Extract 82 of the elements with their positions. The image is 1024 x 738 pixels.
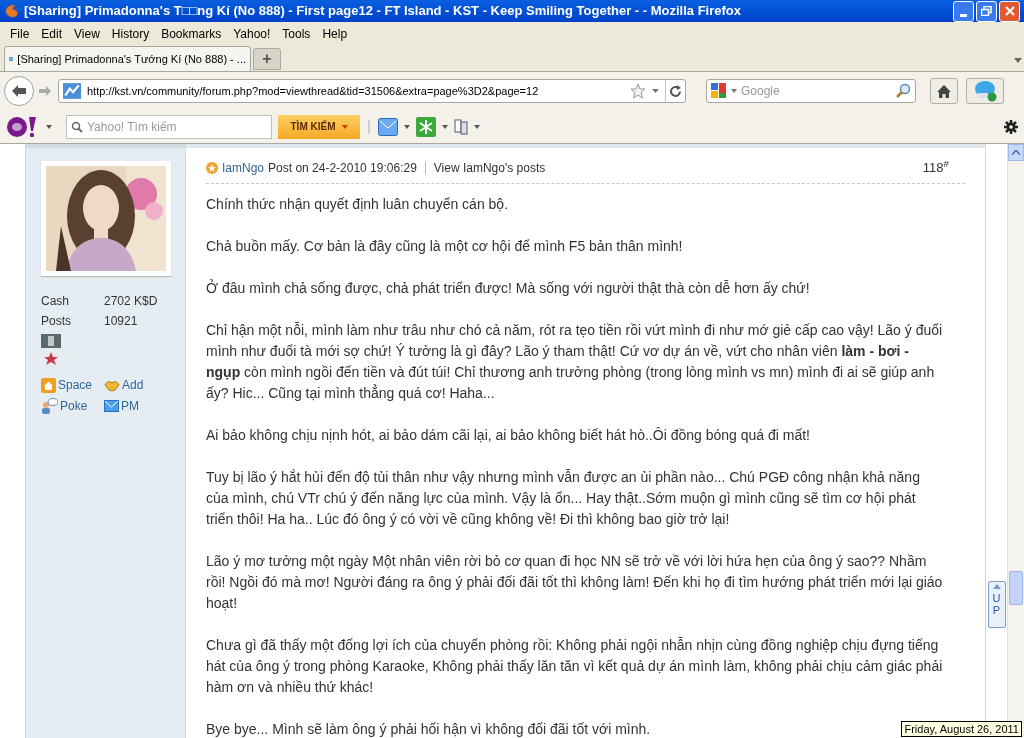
post-paragraph: Ai bảo không chịu nịnh hót, ai bảo dám cãi lại, ai bảo không biết hát hò..Ôi đồng bóng quá đi mất!	[206, 425, 810, 445]
dropdown-icon[interactable]	[652, 89, 659, 93]
post-paragraph: Chính thức nhận quyết định luân chuyển cán bộ.	[206, 194, 509, 214]
post-paragraph: Chưa gì đã thấy một đống lợi ích của chuyển phòng rồi: Không phải ngội nhẫn nhịn cùng đồng nghiệp chịu đựng tiếng hát của ông ý trong phòng Karaoke, Không phải thấy lăn tăn vì kết quả dự án mình làm, không phải chịu cảm giác phải hàm ơn và nhiều thứ khác!	[206, 635, 944, 697]
profile-link[interactable]: Space	[41, 376, 104, 394]
scroll-up-button[interactable]	[1008, 144, 1024, 161]
minimize-icon	[960, 13, 967, 17]
asterisk-icon[interactable]	[416, 116, 436, 137]
site-icon	[63, 83, 81, 99]
stat-label: Cash	[41, 293, 70, 310]
yahoo-search-field[interactable]: Yahoo! Tìm kiếm	[66, 114, 272, 139]
dropdown-icon	[341, 124, 348, 129]
yahoo-search-input[interactable]: Yahoo! Tìm kiếm	[87, 117, 267, 136]
reload-icon[interactable]	[669, 84, 682, 98]
menu-item[interactable]: Edit	[35, 25, 69, 43]
menu-item[interactable]: File	[4, 25, 36, 43]
stat-value: 2702 K$D	[104, 293, 158, 310]
envelope-icon	[104, 400, 119, 412]
close-icon	[1004, 6, 1015, 16]
book-icon[interactable]	[454, 118, 468, 135]
stat-value: 10921	[104, 313, 138, 330]
view-posts-link[interactable]: View IamNgo's posts	[433, 158, 546, 177]
menu-item[interactable]: Bookmarks	[155, 25, 228, 43]
menu-item[interactable]: Yahoo!	[227, 25, 277, 43]
menu-item[interactable]: View	[68, 25, 106, 43]
post-paragraph: Tuy bị lão ý hắt hủi đến độ tủi thân như vậy nhưng mình vẫn được an ủi phần nào... Chú PGĐ công nhận khả năng của mình, chú VTr chú ý đến năng lực của mình. Vậy là ổn... Hay thật..Sớm muộn gì mình cũng sẽ tìm cơ hội phát triển thôi! Ha ha.. Lúc đó ông ý có vời về cũng không về! Đi thì không bao giờ trở lại!	[206, 467, 921, 529]
restore-button[interactable]	[976, 0, 997, 22]
minimize-button[interactable]	[953, 0, 974, 22]
mail-icon[interactable]	[378, 117, 398, 136]
home-button[interactable]	[930, 78, 958, 104]
post-paragraph: Ở đâu mình chả sống được, chả phát triển được! Mà sống với người thật thà còn dễ hơn ấy chứ!	[206, 278, 810, 298]
star-badge-icon	[206, 161, 218, 174]
search-icon	[71, 120, 83, 133]
address-text: http://kst.vn/community/forum.php?mod=viewthread&tid=31506&extra=page%3D2&page=12	[87, 83, 540, 99]
profile-link[interactable]: Add	[104, 376, 185, 394]
skype-button[interactable]	[966, 78, 1004, 104]
dropdown-icon[interactable]	[46, 124, 52, 129]
window-title: [Sharing] Primadonna's T□□ng Kí (No 888) - First page12 - FT Island - KST - Keep Smiling Together - - Mozilla Firefox	[24, 2, 741, 21]
post-paragraph: Lão ý mơ tưởng một ngày Một nhân viên rời bỏ cơ quan đi học NN sẽ trở về với lời hứa hẹn của ông ý sao?? Nhầm rồi! Ngồi đó mà mơ! Người đáng ra ông ý phải đối đãi tốt thì không làm! Đến khi họ đi tìm hướng phát triển mới lại giáo hoạt!	[206, 551, 944, 613]
dropdown-icon	[1014, 58, 1022, 63]
author-link[interactable]: IamNgo	[222, 158, 265, 177]
firefox-icon	[4, 3, 20, 19]
yahoo-search-button[interactable]: TÌM KIẾM	[278, 114, 360, 139]
house-icon	[41, 377, 56, 393]
menu-item[interactable]: Tools	[276, 25, 317, 43]
home-icon	[937, 84, 951, 98]
new-tab-button[interactable]: +	[253, 48, 281, 70]
post-paragraph: Chả buồn mấy. Cơ bản là đây cũng là một cơ hội để mình F5 bản thân mình!	[206, 236, 683, 256]
dropdown-icon	[731, 89, 737, 93]
clock-tooltip: Friday, August 26, 2011	[901, 721, 1022, 737]
menu-item[interactable]: Help	[316, 25, 354, 43]
google-logo-icon	[711, 83, 727, 99]
toolbar-divider-icon	[366, 119, 372, 134]
browser-tab[interactable]: [Sharing] Primadonna's Tướng Kí (No 888) - ...	[4, 46, 251, 71]
close-button[interactable]	[999, 0, 1020, 22]
dropdown-icon[interactable]	[474, 124, 480, 129]
post-paragraph: Bye bye... Mình sẽ làm ông ý phải hối hận vì không đối đãi tốt với mình.	[206, 719, 651, 738]
person-bubble-icon	[41, 398, 58, 414]
scroll-thumb[interactable]	[1009, 571, 1023, 605]
cloud-phone-icon	[972, 80, 998, 102]
profile-link[interactable]: Poke	[41, 397, 104, 415]
restore-icon	[981, 6, 992, 16]
caret-up-icon	[992, 584, 1001, 589]
search-input[interactable]: Google	[741, 82, 891, 100]
dropdown-icon[interactable]	[404, 124, 410, 129]
back-button[interactable]	[4, 76, 34, 106]
settings-icon[interactable]	[1004, 119, 1018, 134]
post-paragraph: Chỉ hận một nỗi, mình làm như trâu như chó cả năm, rót ra tẹo tiền rồi vứt mình đi như mớ giẻ cấp cao vậy! Lão ý đuổi mình như đuổi tà mới sợ chứ! Ý tưởng là gì đây? Lão ý tham thật! Cứ vơ dự án về, vứt cho nhân viên làm - bơi - ngụp còn mình ngồi đến tiền và đút túi! Chỉ thương anh trưởng phòng (trong lòng mình vs mn) mình đi ai sẽ giúp anh ấy? Hic... Cũng tại mình thẳng quá cơ! Haha...	[206, 320, 944, 403]
stat-label: Posts	[41, 313, 72, 330]
address-field[interactable]: http://kst.vn/community/forum.php?mod=viewthread&tid=31506&extra=page%3D2&page=12	[58, 79, 686, 103]
star-icon[interactable]	[630, 83, 646, 99]
menu-item[interactable]: History	[105, 25, 156, 43]
back-arrow-icon	[11, 84, 27, 98]
up-button[interactable]: UP	[987, 581, 1006, 628]
profile-link[interactable]: PM	[104, 397, 185, 415]
post-number: 118$^{#}$	[922, 158, 949, 177]
search-field[interactable]: Google	[706, 79, 916, 103]
medal-icon	[41, 334, 61, 366]
scroll-up-icon	[1012, 150, 1020, 155]
post-date: Post on 24-2-2010 19:06:29	[268, 159, 417, 177]
dropdown-icon[interactable]	[442, 124, 448, 129]
search-icon[interactable]	[895, 83, 911, 99]
